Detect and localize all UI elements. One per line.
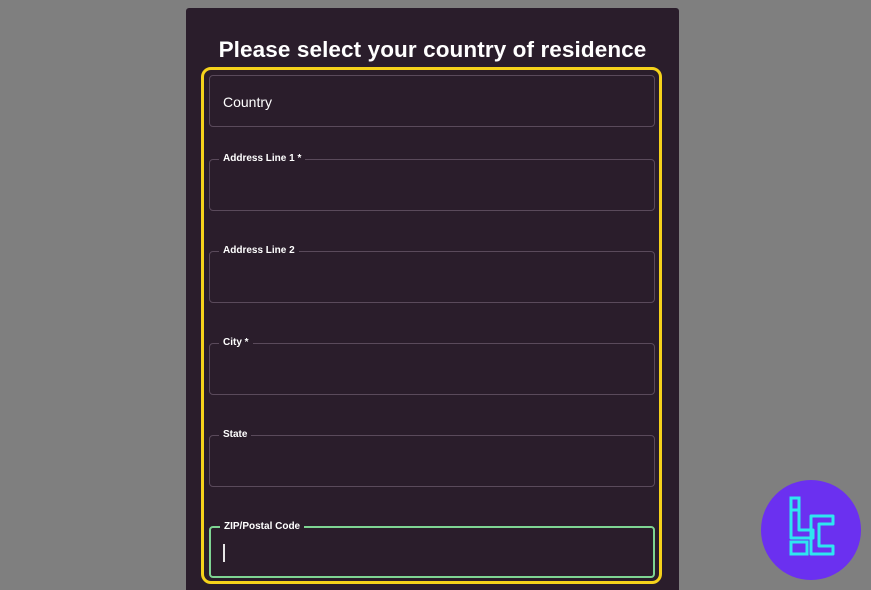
state-field[interactable]: State <box>209 429 655 487</box>
form-panel: Please select your country of residence … <box>186 8 679 590</box>
country-select[interactable]: Country <box>209 75 655 127</box>
highlight-box <box>201 67 662 584</box>
zip-postal-code-label: ZIP/Postal Code <box>220 521 305 533</box>
address-line-2-field[interactable]: Address Line 2 <box>209 245 655 303</box>
page-background: Please select your country of residence … <box>0 0 871 590</box>
page-title: Please select your country of residence <box>218 37 647 62</box>
city-label: City * <box>219 337 253 349</box>
state-label: State <box>219 429 252 441</box>
brand-logo-glyph <box>789 496 835 556</box>
country-placeholder: Country <box>223 94 273 110</box>
city-field[interactable]: City * <box>209 337 655 395</box>
brand-logo-icon <box>761 480 861 580</box>
zip-postal-code-field[interactable]: ZIP/Postal Code <box>209 521 655 578</box>
text-caret <box>223 544 225 562</box>
address-line-2-label: Address Line 2 <box>219 245 299 257</box>
address-line-1-label: Address Line 1 * <box>219 153 306 165</box>
address-line-1-field[interactable]: Address Line 1 * <box>209 153 655 211</box>
